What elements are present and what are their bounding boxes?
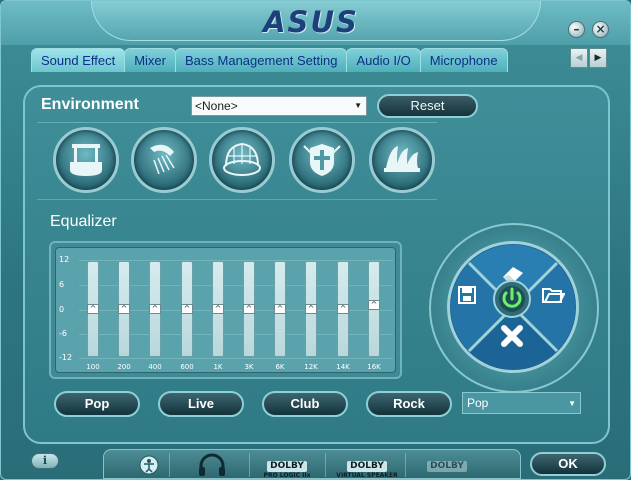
dolby-subtitle: VIRTUAL SPEAKER bbox=[336, 472, 398, 479]
tab-scroll-left-icon[interactable]: ◀ bbox=[570, 48, 588, 68]
eq-frequency-label: 16K bbox=[367, 363, 381, 371]
preset-rock-button[interactable]: Rock bbox=[366, 391, 452, 417]
equalizer-label: Equalizer bbox=[50, 213, 117, 230]
eq-slider-knob[interactable]: ^ bbox=[368, 300, 380, 310]
dolby-logo: DOLBY bbox=[427, 461, 467, 472]
shower-icon bbox=[150, 144, 175, 175]
environment-divider bbox=[37, 122, 437, 123]
info-button[interactable]: i bbox=[31, 453, 59, 469]
eq-slider-knob[interactable]: ^ bbox=[212, 304, 224, 314]
minimize-button[interactable]: – bbox=[568, 21, 585, 38]
eq-frequency-label: 400 bbox=[148, 363, 162, 371]
colosseum-icon bbox=[303, 144, 341, 176]
tab-microphone[interactable]: Microphone bbox=[419, 48, 508, 72]
preset-dropdown[interactable]: Pop ▼ bbox=[462, 392, 581, 414]
eq-frequency-label: 3K bbox=[244, 363, 254, 371]
bathroom-icon bbox=[70, 144, 102, 176]
tab-sound-effect[interactable]: Sound Effect bbox=[31, 48, 126, 72]
tab-bar: Sound Effect Mixer Bass Management Setti… bbox=[31, 48, 561, 72]
eq-slider-knob[interactable]: ^ bbox=[305, 304, 317, 314]
environment-preset-bathroom[interactable] bbox=[53, 127, 119, 193]
dolby-disabled-button[interactable]: DOLBY bbox=[415, 453, 479, 475]
headphones-icon[interactable] bbox=[197, 453, 227, 477]
tab-scroll-right-icon[interactable]: ▶ bbox=[589, 48, 607, 68]
db-label-6: 6 bbox=[59, 280, 65, 289]
eq-slider-knob[interactable]: ^ bbox=[118, 304, 130, 314]
tab-mixer[interactable]: Mixer bbox=[124, 48, 176, 72]
preset-pop-button[interactable]: Pop bbox=[54, 391, 140, 417]
accessibility-icon[interactable] bbox=[139, 455, 159, 475]
db-label-minus-6: -6 bbox=[59, 329, 67, 338]
preset-live-button[interactable]: Live bbox=[158, 391, 244, 417]
chevron-down-icon: ▼ bbox=[354, 101, 362, 110]
bottom-bar-separator bbox=[169, 453, 170, 477]
eq-frequency-label: 12K bbox=[304, 363, 318, 371]
bottom-bar-separator bbox=[325, 453, 326, 477]
save-icon[interactable] bbox=[457, 285, 477, 305]
chevron-down-icon: ▼ bbox=[568, 399, 576, 408]
dolby-logo: DOLBY bbox=[347, 461, 387, 472]
dolby-subtitle: PRO LOGIC IIx bbox=[263, 472, 311, 479]
dolby-virtual-speaker-button[interactable]: DOLBY VIRTUAL SPEAKER bbox=[335, 453, 399, 479]
environment-preset-opera-house[interactable] bbox=[369, 127, 435, 193]
power-button[interactable] bbox=[492, 279, 532, 319]
reset-button[interactable]: Reset bbox=[377, 94, 478, 118]
eq-frequency-label: 600 bbox=[180, 363, 194, 371]
asus-logo: ASUS bbox=[263, 5, 359, 39]
close-button[interactable]: × bbox=[592, 21, 609, 38]
environment-preset-colosseum[interactable] bbox=[289, 127, 355, 193]
environment-label: Environment bbox=[41, 96, 139, 113]
title-bar: ASUS – × bbox=[1, 1, 630, 45]
tab-audio-io[interactable]: Audio I/O bbox=[346, 48, 421, 72]
preset-club-button[interactable]: Club bbox=[262, 391, 348, 417]
tab-bass-management[interactable]: Bass Management Setting bbox=[175, 48, 348, 72]
stadium-icon bbox=[223, 142, 261, 176]
eq-frequency-label: 6K bbox=[275, 363, 285, 371]
eq-slider-knob[interactable]: ^ bbox=[243, 304, 255, 314]
audio-control-window: ASUS – × Sound Effect Mixer Bass Managem… bbox=[0, 0, 631, 480]
environment-dropdown[interactable]: <None> ▼ bbox=[191, 96, 367, 116]
eq-frequency-label: 100 bbox=[86, 363, 100, 371]
eq-slider-knob[interactable]: ^ bbox=[337, 304, 349, 314]
grid-line bbox=[79, 358, 393, 359]
eq-frequency-label: 200 bbox=[117, 363, 131, 371]
opera-house-icon bbox=[384, 146, 420, 172]
eq-frequency-label: 14K bbox=[336, 363, 350, 371]
db-label-minus-12: -12 bbox=[59, 353, 73, 362]
eq-slider-knob[interactable]: ^ bbox=[274, 304, 286, 314]
bottom-bar-separator bbox=[405, 453, 406, 477]
db-label-0: 0 bbox=[59, 305, 65, 314]
eq-slider-knob[interactable]: ^ bbox=[87, 304, 99, 314]
eq-slider-knob[interactable]: ^ bbox=[149, 304, 161, 314]
dolby-pro-logic-button[interactable]: DOLBY PRO LOGIC IIx bbox=[255, 453, 319, 479]
folder-icon[interactable] bbox=[541, 285, 565, 305]
environment-preset-shower[interactable] bbox=[131, 127, 197, 193]
environment-selected-value: <None> bbox=[195, 99, 238, 113]
db-label-12: 12 bbox=[59, 255, 70, 264]
delete-icon[interactable] bbox=[499, 323, 525, 349]
environment-preset-stadium[interactable] bbox=[209, 127, 275, 193]
bottom-bar-separator bbox=[249, 453, 250, 477]
dolby-logo: DOLBY bbox=[267, 461, 307, 472]
eq-frequency-label: 1K bbox=[213, 363, 223, 371]
preset-selected-value: Pop bbox=[467, 396, 489, 410]
eq-slider-knob[interactable]: ^ bbox=[181, 304, 193, 314]
ok-button[interactable]: OK bbox=[530, 452, 606, 476]
equalizer-divider bbox=[37, 199, 437, 200]
